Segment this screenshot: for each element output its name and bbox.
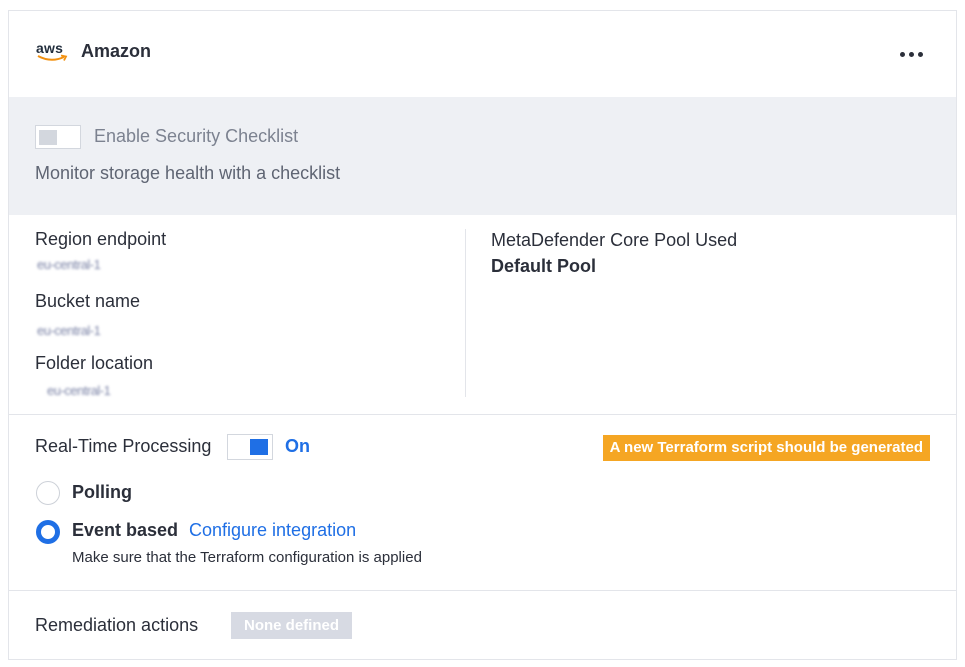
- toggle-knob: [39, 130, 57, 145]
- bucket-name-label: Bucket name: [35, 291, 141, 311]
- security-checklist-label: Enable Security Checklist: [94, 126, 299, 146]
- folder-location-label: Folder location: [35, 353, 154, 373]
- terraform-hint-text: Make sure that the Terraform configurati…: [72, 549, 422, 566]
- polling-radio[interactable]: [36, 481, 60, 505]
- terraform-warning-badge: A new Terraform script should be generat…: [602, 435, 930, 461]
- event-based-label[interactable]: Event based: [72, 520, 178, 541]
- polling-label[interactable]: Polling: [72, 482, 132, 503]
- more-dot-icon: [908, 51, 914, 57]
- more-options-button[interactable]: [896, 47, 926, 61]
- configure-integration-link[interactable]: Configure integration: [189, 520, 356, 541]
- region-endpoint-value: eu-central-1: [37, 257, 101, 272]
- remediation-status-badge: None defined: [231, 612, 353, 639]
- card-header: aws Amazon: [9, 11, 956, 97]
- toggle-knob: [250, 439, 268, 455]
- core-pool-value: Default Pool: [491, 256, 597, 276]
- column-divider: [465, 229, 466, 397]
- security-checklist-section: Enable Security Checklist Monitor storag…: [9, 97, 956, 215]
- remediation-actions-label: Remediation actions: [35, 615, 199, 635]
- real-time-processing-section: Real-Time Processing On A new Terraform …: [9, 415, 956, 591]
- more-dot-icon: [899, 51, 905, 57]
- security-checklist-description: Monitor storage health with a checklist: [35, 163, 341, 183]
- more-dot-icon: [917, 51, 923, 57]
- event-based-radio[interactable]: [36, 520, 60, 544]
- aws-smile-icon: [37, 54, 68, 61]
- aws-logo: aws: [36, 41, 70, 65]
- provider-name: Amazon: [81, 41, 152, 61]
- real-time-processing-label: Real-Time Processing: [35, 436, 212, 456]
- folder-location-value: eu-central-1: [47, 383, 111, 398]
- real-time-processing-toggle[interactable]: [227, 434, 273, 460]
- core-pool-label: MetaDefender Core Pool Used: [491, 230, 738, 250]
- aws-logo-text: aws: [36, 40, 64, 56]
- remediation-section: Remediation actions None defined: [9, 591, 956, 661]
- region-endpoint-label: Region endpoint: [35, 229, 167, 249]
- real-time-processing-state: On: [285, 436, 310, 456]
- bucket-name-value: eu-central-1: [37, 323, 101, 338]
- security-checklist-toggle[interactable]: [35, 125, 81, 149]
- storage-card: aws Amazon Enable Security Checklist Mon…: [8, 10, 957, 660]
- storage-details: Region endpoint eu-central-1 Bucket name…: [9, 215, 956, 415]
